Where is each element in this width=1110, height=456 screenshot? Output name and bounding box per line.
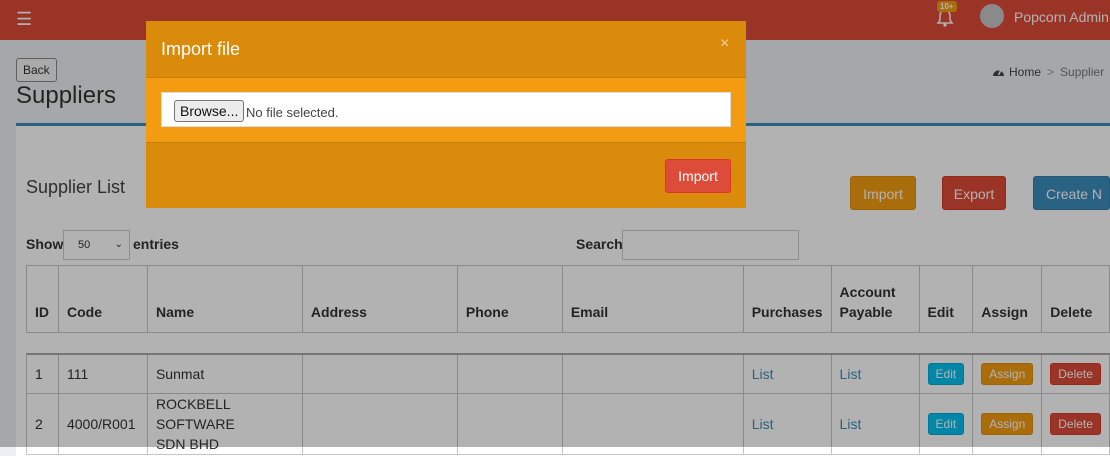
- browse-button[interactable]: Browse...: [174, 100, 245, 122]
- import-file-modal: Import file × Browse... No file selected…: [146, 21, 746, 208]
- close-icon[interactable]: ×: [720, 35, 729, 53]
- modal-import-button[interactable]: Import: [665, 159, 731, 193]
- modal-header: Import file ×: [146, 21, 746, 78]
- file-input[interactable]: Browse... No file selected.: [161, 92, 731, 127]
- file-status: No file selected.: [246, 105, 339, 120]
- modal-title: Import file: [161, 39, 241, 59]
- modal-footer: Import: [146, 142, 746, 208]
